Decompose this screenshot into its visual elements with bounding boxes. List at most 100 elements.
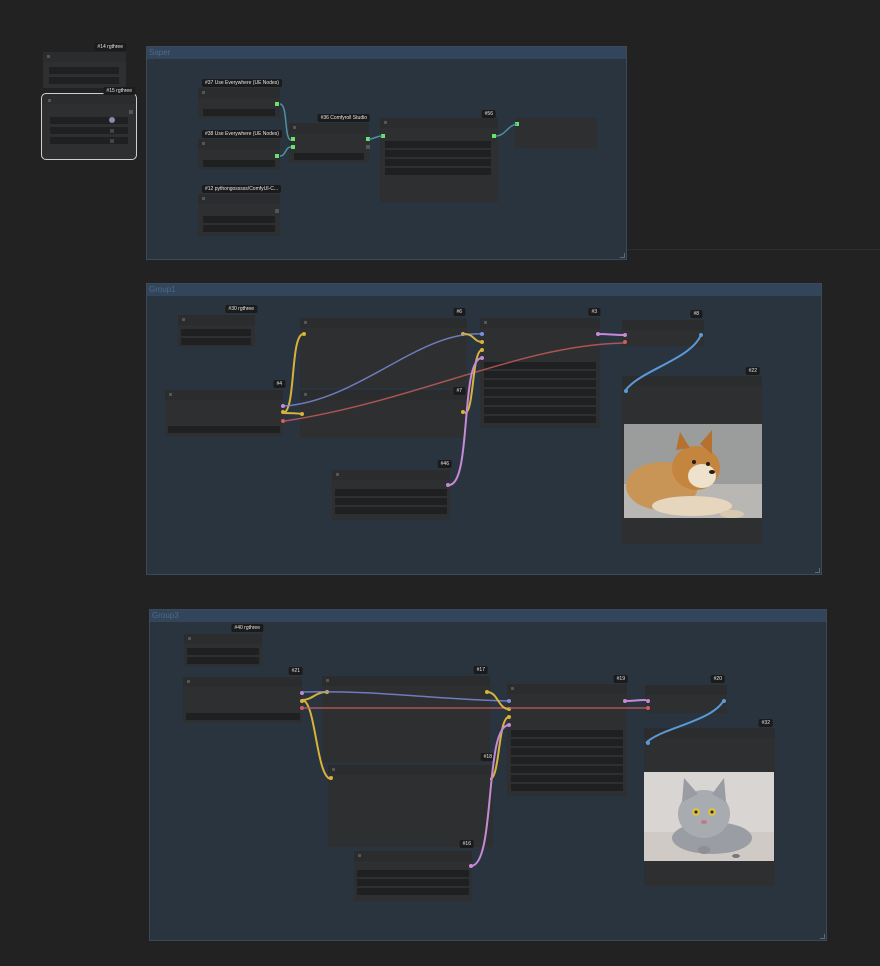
resize-handle-icon[interactable]	[815, 568, 820, 573]
input-port-icon[interactable]	[507, 699, 511, 703]
node-37[interactable]	[198, 88, 280, 118]
node-widget[interactable]	[511, 757, 623, 764]
collapse-dot-icon[interactable]	[188, 637, 191, 640]
node-header[interactable]	[300, 390, 467, 400]
node-widget[interactable]	[484, 371, 596, 378]
toggle-off-icon[interactable]	[110, 129, 114, 133]
node-38[interactable]	[198, 139, 280, 169]
input-port-icon[interactable]	[480, 332, 484, 336]
node-widget[interactable]	[181, 329, 251, 336]
input-port-icon[interactable]	[325, 690, 329, 694]
node-widget[interactable]	[511, 775, 623, 782]
node-widget[interactable]	[484, 398, 596, 405]
output-port-icon[interactable]	[722, 699, 726, 703]
node-12[interactable]	[198, 194, 280, 236]
node-header[interactable]	[198, 139, 280, 149]
node-widget[interactable]	[357, 888, 469, 895]
node-widget[interactable]	[49, 77, 119, 84]
input-port-icon[interactable]	[646, 741, 650, 745]
collapse-dot-icon[interactable]	[358, 854, 361, 857]
node-widget[interactable]	[50, 137, 128, 144]
node-header[interactable]	[43, 52, 126, 62]
node-header[interactable]	[165, 390, 283, 400]
group-header[interactable]	[150, 610, 826, 622]
node-30[interactable]	[178, 315, 255, 347]
node-widget[interactable]	[181, 338, 251, 345]
node-header[interactable]	[645, 685, 727, 695]
node-widget[interactable]	[186, 713, 300, 720]
node-widget[interactable]	[484, 389, 596, 396]
collapse-dot-icon[interactable]	[182, 318, 185, 321]
input-port-icon[interactable]	[480, 356, 484, 360]
collapse-dot-icon[interactable]	[332, 768, 335, 771]
node-20[interactable]	[645, 685, 727, 713]
collapse-dot-icon[interactable]	[304, 393, 307, 396]
input-port-icon[interactable]	[302, 332, 306, 336]
node-widget[interactable]	[203, 109, 275, 116]
collapse-dot-icon[interactable]	[202, 91, 205, 94]
node-header[interactable]	[328, 765, 493, 775]
node-14[interactable]	[43, 52, 126, 88]
output-port-icon[interactable]	[461, 332, 465, 336]
collapse-dot-icon[interactable]	[384, 121, 387, 124]
collapse-dot-icon[interactable]	[336, 473, 339, 476]
output-port-icon[interactable]	[300, 706, 304, 710]
node-widget[interactable]	[49, 67, 119, 74]
node-widget[interactable]	[294, 153, 364, 160]
node-widget[interactable]	[335, 507, 447, 514]
collapse-dot-icon[interactable]	[169, 393, 172, 396]
collapse-dot-icon[interactable]	[511, 687, 514, 690]
input-port-icon[interactable]	[291, 145, 295, 149]
input-port-icon[interactable]	[480, 340, 484, 344]
group-header[interactable]	[147, 47, 626, 59]
node-widget[interactable]	[357, 879, 469, 886]
output-port-icon[interactable]	[300, 691, 304, 695]
node-17[interactable]	[322, 676, 490, 762]
node-header[interactable]	[644, 728, 775, 738]
node-header[interactable]	[622, 320, 704, 330]
node-18[interactable]	[328, 765, 493, 847]
input-port-icon[interactable]	[381, 134, 385, 138]
node-header[interactable]	[183, 677, 302, 687]
node-widget[interactable]	[203, 216, 275, 223]
node-widget[interactable]	[511, 748, 623, 755]
collapse-dot-icon[interactable]	[202, 142, 205, 145]
node-widget[interactable]	[484, 380, 596, 387]
toggle-knob-icon[interactable]	[109, 117, 115, 123]
node-header[interactable]	[178, 315, 255, 325]
node-widget[interactable]	[385, 141, 491, 148]
input-port-icon[interactable]	[515, 122, 519, 126]
toggle-off-icon[interactable]	[110, 139, 114, 143]
output-port-icon[interactable]	[485, 690, 489, 694]
node-56[interactable]	[380, 118, 498, 202]
input-port-icon[interactable]	[507, 715, 511, 719]
node-header[interactable]	[507, 684, 627, 694]
node-widget[interactable]	[385, 168, 491, 175]
node-widget[interactable]	[335, 489, 447, 496]
node-header[interactable]	[184, 634, 262, 644]
node-widget[interactable]	[484, 407, 596, 414]
output-port-icon[interactable]	[275, 102, 279, 106]
collapse-dot-icon[interactable]	[293, 126, 296, 129]
output-port-icon[interactable]	[469, 864, 473, 868]
collapse-dot-icon[interactable]	[484, 321, 487, 324]
input-port-icon[interactable]	[624, 389, 628, 393]
output-port-icon[interactable]	[366, 137, 370, 141]
node-widget[interactable]	[484, 416, 596, 423]
input-port-icon[interactable]	[646, 699, 650, 703]
node-40[interactable]	[184, 634, 262, 666]
node-header[interactable]	[622, 376, 762, 386]
node-header[interactable]	[198, 194, 280, 204]
node-widget[interactable]	[203, 160, 275, 167]
output-port-icon[interactable]	[446, 483, 450, 487]
output-port-icon[interactable]	[366, 145, 370, 149]
node-header[interactable]	[289, 123, 369, 133]
node-widget[interactable]	[511, 766, 623, 773]
node-header[interactable]	[198, 88, 280, 98]
node-21[interactable]	[183, 677, 304, 723]
output-port-icon[interactable]	[623, 699, 627, 703]
node-widget[interactable]	[357, 870, 469, 877]
node-header[interactable]	[322, 676, 490, 686]
node-36[interactable]	[289, 123, 370, 163]
collapse-dot-icon[interactable]	[326, 679, 329, 682]
